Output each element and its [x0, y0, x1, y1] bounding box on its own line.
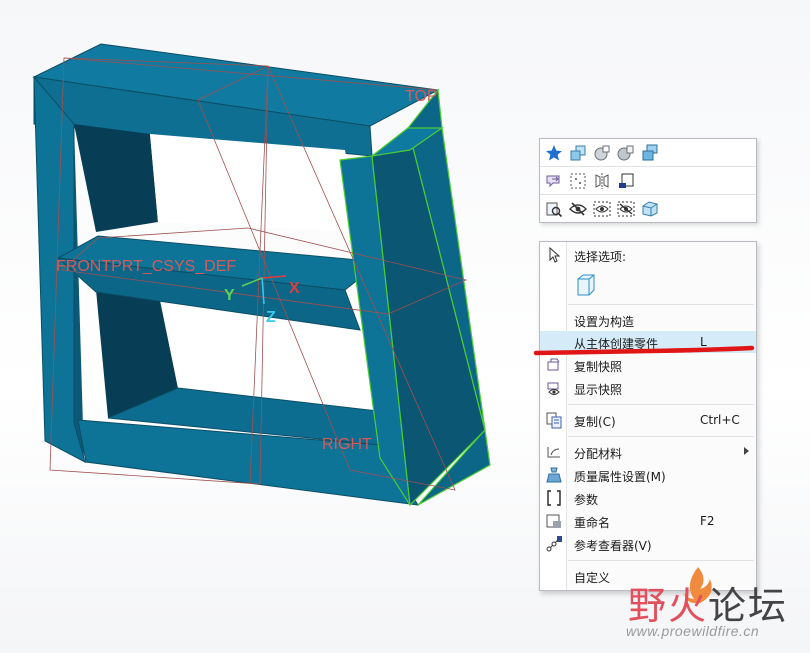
menu-item-label: 参数 — [574, 493, 599, 507]
box-corner-icon[interactable] — [616, 171, 635, 190]
mini-toolbar-row-3 — [540, 195, 756, 222]
watermark-url: www.proewildfire.cn — [626, 623, 760, 639]
watermark-title: 野火论坛 — [628, 575, 788, 630]
datum-label-csys: FRONTPRT_CSYS_DEF — [56, 258, 236, 275]
menu-separator — [568, 560, 754, 561]
solid-box-icon[interactable] — [640, 199, 659, 218]
reference-chain-icon — [545, 535, 563, 553]
rename-icon — [545, 512, 563, 530]
menu-item-label: 分配材料 — [574, 447, 623, 461]
sphere-icon[interactable] — [592, 143, 611, 162]
menu-item-reference-viewer[interactable]: 参考查看器(V) — [540, 533, 756, 555]
hide-select-icon[interactable] — [616, 199, 635, 218]
menu-item-assign-material[interactable]: 分配材料 — [540, 441, 756, 463]
mini-toolbar-row-2 — [540, 167, 756, 195]
star-icon[interactable] — [544, 143, 563, 162]
watermark-title-a: 野火 — [628, 584, 709, 628]
body-cube-icon[interactable] — [576, 274, 596, 296]
menu-item-label: 参考查看器(V) — [574, 539, 652, 553]
axis-z-label: Z — [266, 309, 276, 326]
menu-item-set-construction[interactable]: 设置为构造 — [540, 309, 756, 331]
red-underline-annotation — [533, 345, 755, 356]
upper-opening-back — [150, 134, 358, 232]
menu-separator — [568, 404, 754, 405]
menu-item-copy[interactable]: 复制(C) Ctrl+C — [540, 409, 756, 431]
menu-item-mass-properties[interactable]: 质量属性设置(M) — [540, 464, 756, 486]
speech-arrow-icon[interactable] — [544, 171, 563, 190]
menu-item-show-snapshot[interactable]: 显示快照 — [540, 377, 756, 399]
sphere-box-icon[interactable] — [616, 143, 635, 162]
datum-label-right: RIGHT — [322, 436, 372, 453]
mini-toolbar-row-1 — [540, 139, 756, 167]
datum-label-top: TOP — [405, 88, 438, 105]
axis-x-label: X — [289, 280, 300, 297]
show-eye-icon[interactable] — [592, 199, 611, 218]
menu-item-shortcut: F2 — [700, 514, 715, 528]
watermark-title-b: 论坛 — [708, 584, 789, 628]
axis-y-label: Y — [224, 287, 235, 304]
menu-item-label: 复制(C) — [574, 415, 616, 429]
menu-header: 选择选项: — [540, 244, 756, 266]
mini-toolbar — [539, 138, 757, 223]
brackets-icon — [545, 489, 563, 507]
menu-item-label: 质量属性设置(M) — [574, 470, 666, 484]
search-box-icon[interactable] — [544, 199, 563, 218]
mass-properties-icon — [545, 466, 563, 484]
box-copy-icon[interactable] — [568, 143, 587, 162]
menu-header-label: 选择选项: — [574, 250, 627, 264]
menu-item-shortcut: Ctrl+C — [700, 413, 740, 427]
hide-eye-icon[interactable] — [568, 199, 587, 218]
upper-opening-shadow — [74, 124, 158, 232]
material-icon — [545, 443, 563, 461]
snapshot-eye-icon — [545, 379, 563, 397]
cursor-arrow-icon — [545, 246, 563, 264]
menu-item-label: 显示快照 — [574, 383, 623, 397]
grid-select-icon[interactable] — [568, 171, 587, 190]
menu-filter-option[interactable] — [540, 272, 756, 300]
menu-item-label: 设置为构造 — [574, 315, 635, 329]
copy-icon — [545, 411, 563, 429]
menu-item-label: 复制快照 — [574, 360, 623, 374]
menu-item-label: 重命名 — [574, 516, 611, 530]
mirror-icon[interactable] — [592, 171, 611, 190]
submenu-arrow-icon — [744, 447, 749, 455]
menu-item-rename[interactable]: 重命名 F2 — [540, 510, 756, 532]
stack-boxes-icon[interactable] — [640, 143, 659, 162]
watermark-logo: 野火论坛 www.proewildfire.cn — [620, 565, 810, 649]
context-menu: 选择选项: 设置为构造 从主体创建零件 L 复制快照 显示快照 复制(C) Ct… — [539, 241, 757, 591]
menu-separator — [568, 304, 754, 305]
menu-separator — [568, 436, 754, 437]
menu-item-parameters[interactable]: 参数 — [540, 487, 756, 509]
menu-item-label: 自定义 — [574, 571, 611, 585]
